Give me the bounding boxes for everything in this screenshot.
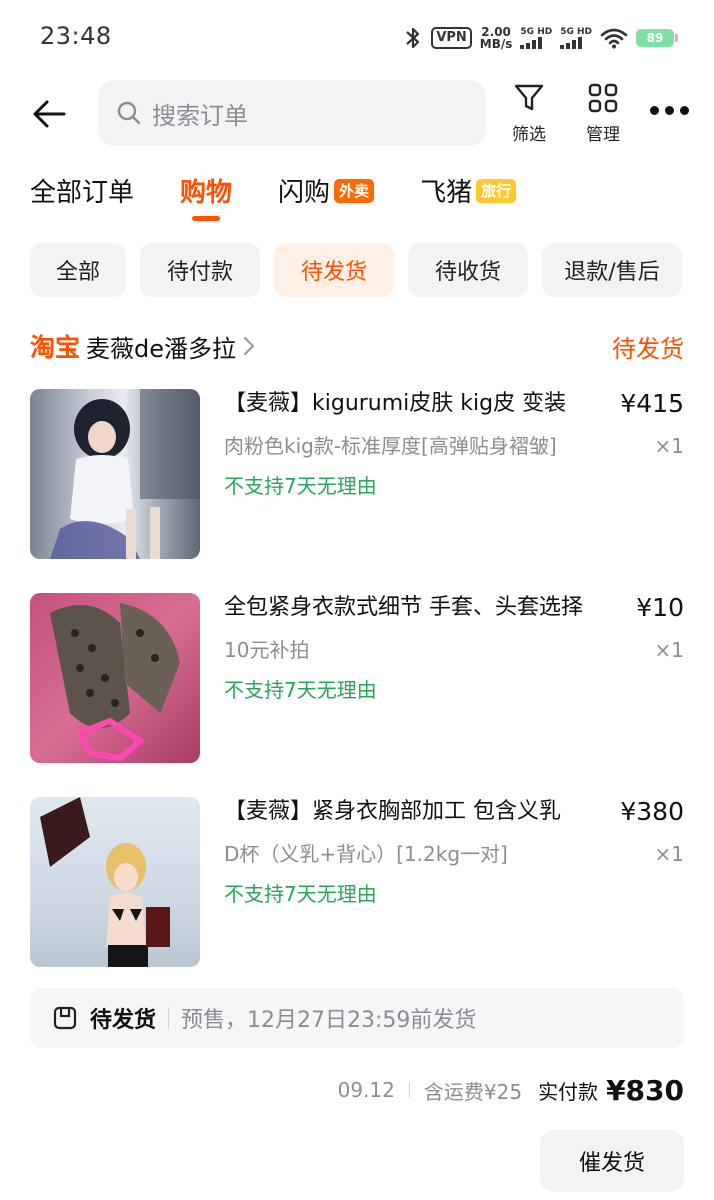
product-sku: D杯（义乳+背心）[1.2kg一对] [224, 842, 508, 866]
product-quantity: ×1 [654, 434, 684, 458]
shipping-deadline: 预售，12月27日23:59前发货 [181, 1008, 477, 1033]
clock: 23:48 [40, 22, 112, 50]
filter-chip-all[interactable]: 全部 [30, 243, 126, 297]
product-thumbnail[interactable] [30, 593, 200, 763]
status-filter-chips: 全部 待付款 待发货 待收货 退款/售后 [30, 243, 682, 297]
chevron-right-icon [243, 336, 255, 356]
tab-all-orders[interactable]: 全部订单 [30, 172, 134, 209]
product-image [40, 797, 170, 967]
filter-chip-pending-shipment[interactable]: 待发货 [274, 243, 394, 297]
shipping-status: 待发货 [90, 1008, 157, 1033]
order-item[interactable]: 【麦薇】kigurumi皮肤 kig皮 变装 ¥415 肉粉色kig款-标准厚度… [30, 389, 684, 561]
filter-chip-refund[interactable]: 退款/售后 [542, 243, 682, 297]
product-title: 【麦薇】紧身衣胸部加工 包含义乳 [224, 799, 561, 824]
order-date: 09.12 [337, 1078, 395, 1102]
order-item[interactable]: 【麦薇】紧身衣胸部加工 包含义乳 ¥380 D杯（义乳+背心）[1.2kg一对]… [30, 797, 684, 969]
tab-flash-buy[interactable]: 闪购 外卖 [278, 172, 375, 209]
order-item[interactable]: 全包紧身衣款式细节 手套、头套选择 ¥10 10元补拍 ×1 不支持7天无理由 [30, 593, 684, 765]
return-policy: 不支持7天无理由 [224, 474, 377, 498]
order-status: 待发货 [612, 334, 684, 363]
vpn-badge: VPN [431, 27, 472, 49]
more-options-icon[interactable] [650, 100, 692, 120]
tab-shopping[interactable]: 购物 [180, 172, 232, 221]
funnel-icon [514, 84, 544, 111]
search-placeholder: 搜索订单 [152, 101, 248, 130]
search-icon [117, 101, 141, 125]
order-totals: 09.12 含运费¥25 实付款 ¥830 [338, 1070, 684, 1110]
product-image [50, 389, 200, 559]
paid-amount: ¥830 [606, 1073, 684, 1107]
paid-label: 实付款 [538, 1079, 599, 1104]
filter-button[interactable]: 筛选 [494, 82, 564, 145]
grid-icon [588, 83, 618, 113]
filter-label: 筛选 [512, 125, 546, 145]
return-policy: 不支持7天无理由 [224, 678, 377, 702]
battery-icon: 89 [636, 29, 678, 47]
shipping-fee: 含运费¥25 [423, 1079, 523, 1104]
category-tabs: 全部订单 购物 闪购 外卖 飞猪 旅行 [30, 172, 562, 224]
product-price: ¥10 [636, 593, 684, 622]
package-icon [53, 1006, 77, 1030]
platform-logo: 淘宝 [30, 333, 81, 362]
divider [408, 1082, 410, 1098]
product-title: 【麦薇】kigurumi皮肤 kig皮 变装 [224, 391, 567, 416]
status-bar: 23:48 VPN 2.00 MB/s 5G HD 5G HD 89 [0, 0, 714, 76]
status-icons: VPN 2.00 MB/s 5G HD 5G HD 89 [403, 22, 678, 54]
search-input[interactable]: 搜索订单 [98, 80, 486, 146]
product-price: ¥415 [620, 389, 684, 418]
shipping-note[interactable]: 待发货 预售，12月27日23:59前发货 [30, 988, 684, 1048]
back-arrow-icon[interactable] [30, 94, 70, 134]
filter-chip-pending-receipt[interactable]: 待收货 [408, 243, 528, 297]
return-policy: 不支持7天无理由 [224, 882, 377, 906]
tab-fliggy[interactable]: 飞猪 旅行 [420, 172, 517, 209]
wifi-icon [600, 28, 628, 49]
network-speed: 2.00 MB/s [479, 25, 513, 51]
signal-bars-icon [560, 37, 583, 49]
travel-badge: 旅行 [476, 178, 517, 203]
signal-bars-icon [520, 37, 543, 49]
product-thumbnail[interactable] [30, 389, 200, 559]
divider [168, 1007, 170, 1029]
shop-name[interactable]: 麦薇de潘多拉 [86, 329, 236, 364]
manage-label: 管理 [586, 125, 620, 145]
signal-1: 5G HD [520, 27, 552, 49]
product-image [50, 603, 180, 762]
takeout-badge: 外卖 [334, 178, 375, 203]
product-quantity: ×1 [654, 638, 684, 662]
shop-header[interactable]: 淘宝 麦薇de潘多拉 待发货 [30, 326, 684, 366]
product-title: 全包紧身衣款式细节 手套、头套选择 [224, 595, 583, 620]
manage-button[interactable]: 管理 [568, 82, 638, 145]
signal-2: 5G HD [560, 27, 592, 49]
filter-chip-pending-payment[interactable]: 待付款 [140, 243, 260, 297]
urge-shipment-button[interactable]: 催发货 [540, 1130, 684, 1192]
product-sku: 肉粉色kig款-标准厚度[高弹贴身褶皱] [224, 434, 557, 458]
product-thumbnail[interactable] [30, 797, 200, 967]
product-price: ¥380 [620, 797, 684, 826]
product-sku: 10元补拍 [224, 638, 310, 662]
product-quantity: ×1 [654, 842, 684, 866]
bluetooth-icon [406, 27, 420, 49]
